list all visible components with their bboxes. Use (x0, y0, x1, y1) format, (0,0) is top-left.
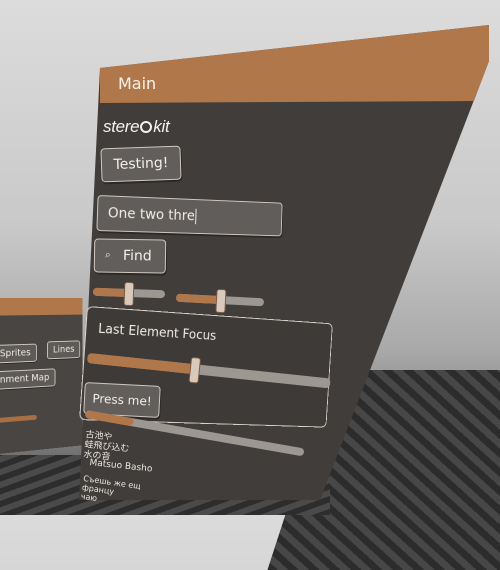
environment-map-button[interactable]: ronment Map (0, 368, 56, 391)
window-title: Main (118, 74, 157, 93)
back-panel-body: Sprites Lines ronment Map (0, 314, 83, 458)
stereokit-logo: stere kit (103, 117, 170, 136)
find-button[interactable]: ⌕ Find (93, 238, 167, 274)
back-panel-title-bar[interactable] (0, 298, 83, 316)
slider-2-handle[interactable] (215, 288, 227, 314)
text-input[interactable]: One two thre (96, 195, 283, 237)
slider-1-handle[interactable] (123, 281, 134, 307)
search-icon: ⌕ (104, 249, 111, 261)
sprites-button[interactable]: Sprites (0, 343, 37, 364)
text-cursor (195, 208, 197, 225)
back-panel-slider[interactable] (0, 414, 37, 426)
slider-1-fill (92, 287, 128, 297)
group-title: Last Element Focus (97, 321, 217, 344)
back-panel: Sprites Lines ronment Map (0, 298, 83, 458)
lines-button[interactable]: Lines (47, 340, 81, 360)
testing-button[interactable]: Testing! (100, 145, 182, 183)
